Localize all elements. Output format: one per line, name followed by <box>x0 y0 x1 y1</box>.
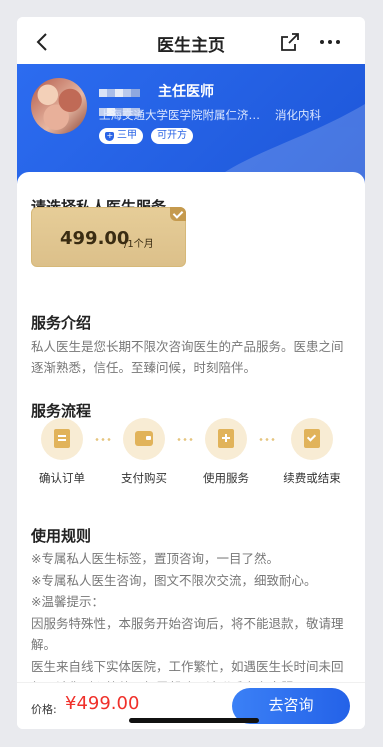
page-title: 医生主页 <box>157 36 225 56</box>
service-option-card[interactable]: 499.00 /1个月 <box>31 207 186 267</box>
selected-check-icon <box>170 207 186 221</box>
doctor-hospital: 上海交通大学医学院附属仁济… <box>99 108 260 122</box>
process-step: 确认订单 <box>22 418 102 486</box>
shield-icon <box>105 128 114 144</box>
doctor-title: 主任医师 <box>158 84 214 100</box>
price-label: 价格: <box>31 703 57 716</box>
add-doc-icon <box>205 418 247 460</box>
rules-title: 使用规则 <box>31 527 92 545</box>
hospital-level-label: 三甲 <box>117 130 137 141</box>
hospital-level-badge: 三甲 <box>99 128 143 144</box>
rule-line: ※温馨提示： <box>31 594 104 609</box>
doctor-avatar <box>31 78 87 134</box>
rule-line: ※专属私人医生咨询，图文不限次交流，细致耐心。 <box>31 572 317 588</box>
process-step: 续费或结束 <box>272 418 352 486</box>
process-step: 支付购买 <box>104 418 184 486</box>
rule-line: 因服务特殊性，本服务开始咨询后，将不能退款，敬请理解。 <box>31 615 344 653</box>
doctor-name-mosaic <box>99 80 149 116</box>
share-icon[interactable] <box>279 31 301 53</box>
more-icon[interactable] <box>318 31 342 53</box>
home-indicator[interactable] <box>129 718 259 723</box>
prescription-badge: 可开方 <box>151 128 193 144</box>
order-doc-icon <box>41 418 83 460</box>
rules-text: ※专属私人医生标签，置顶咨询，一目了然。 ※专属私人医生咨询，图文不限次交流，细… <box>31 548 353 699</box>
price-total: ¥499.00 <box>65 693 140 714</box>
doctor-department: 消化内科 <box>275 108 321 122</box>
wallet-icon <box>123 418 165 460</box>
service-unit: /1个月 <box>124 239 154 250</box>
service-price: 499.00 <box>60 228 130 249</box>
process-step: 使用服务 <box>186 418 266 486</box>
step-label: 使用服务 <box>203 471 249 485</box>
rule-line: ※专属私人医生标签，置顶咨询，一目了然。 <box>31 551 279 566</box>
step-label: 续费或结束 <box>283 471 341 485</box>
main-content: 请选择私人医生服务 499.00 /1个月 服务介绍 私人医生是您长期不限次咨询… <box>17 172 365 695</box>
intro-title: 服务介绍 <box>31 314 92 332</box>
step-label: 支付购买 <box>121 471 167 485</box>
step-label: 确认订单 <box>39 471 85 485</box>
nav-bar: 医生主页 <box>17 17 365 67</box>
intro-text: 私人医生是您长期不限次咨询医生的产品服务。医患之间逐渐熟悉，信任。至臻问候，时刻… <box>31 339 344 375</box>
phone-screen: 医生主页 主任医师 上海交通大学医学院附属仁济… 消化内科 三甲 可开方 <box>17 17 365 729</box>
check-doc-icon <box>291 418 333 460</box>
